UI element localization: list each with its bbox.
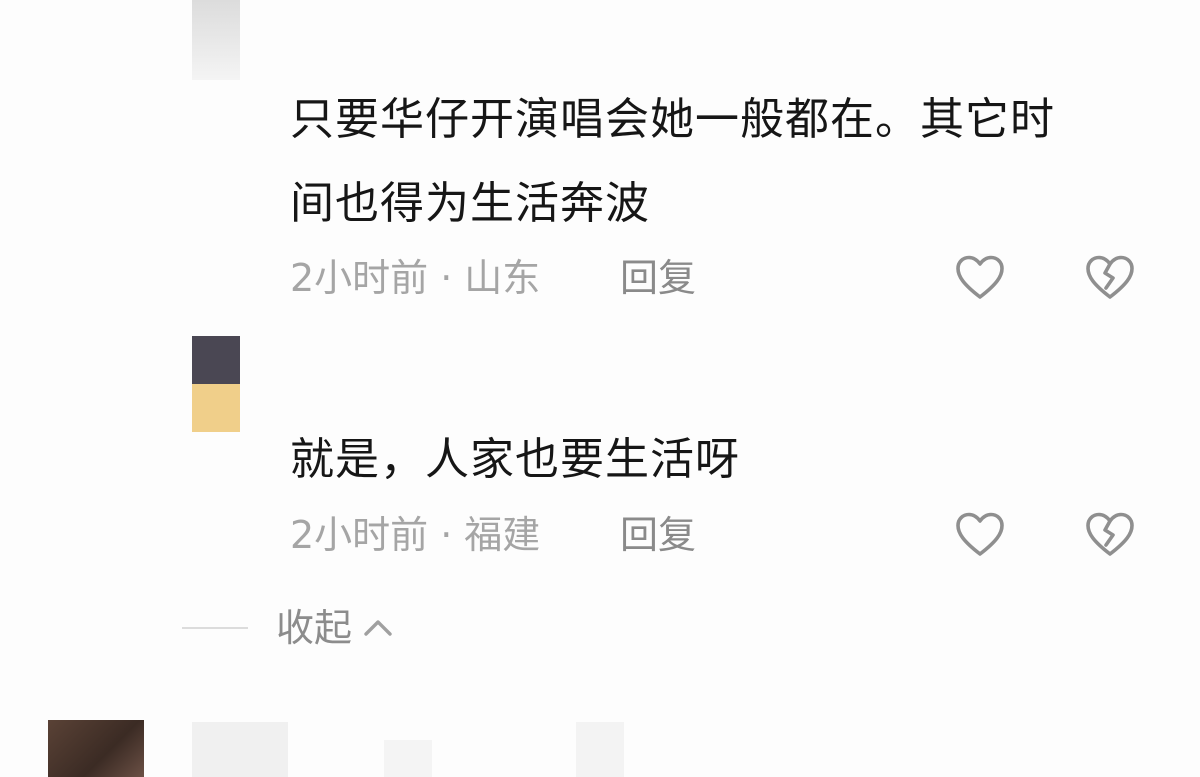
comment-text: 就是，人家也要生活呀 bbox=[290, 418, 1150, 502]
comment-text: 只要华仔开演唱会她一般都在。其它时 间也得为生活奔波 bbox=[290, 78, 1150, 246]
comment-meta: 2小时前 · 福建 bbox=[290, 511, 540, 559]
comment-time: 2小时前 bbox=[290, 513, 429, 557]
broken-heart-icon[interactable] bbox=[1083, 508, 1137, 562]
collapse-label: 收起 bbox=[276, 606, 353, 650]
avatar[interactable] bbox=[192, 0, 240, 80]
avatar[interactable] bbox=[48, 720, 144, 777]
meta-separator: · bbox=[440, 513, 453, 557]
avatar[interactable] bbox=[192, 336, 240, 432]
comment-meta: 2小时前 · 山东 bbox=[290, 254, 540, 302]
broken-heart-icon[interactable] bbox=[1083, 251, 1137, 305]
divider bbox=[182, 627, 248, 629]
comment-time: 2小时前 bbox=[290, 256, 429, 300]
comment-text-line: 间也得为生活奔波 bbox=[290, 178, 650, 229]
username-placeholder bbox=[192, 722, 288, 777]
comment-text-line: 就是，人家也要生活呀 bbox=[290, 434, 740, 485]
username-placeholder bbox=[576, 722, 624, 777]
comment-location: 福建 bbox=[464, 513, 541, 557]
collapse-replies-button[interactable]: 收起 bbox=[182, 604, 396, 652]
comment-thread: 只要华仔开演唱会她一般都在。其它时 间也得为生活奔波 2小时前 · 山东 回复 … bbox=[0, 0, 1200, 777]
reply-button[interactable]: 回复 bbox=[620, 511, 696, 559]
comment-location: 山东 bbox=[464, 256, 541, 300]
heart-outline-icon[interactable] bbox=[953, 251, 1007, 305]
reply-button[interactable]: 回复 bbox=[620, 254, 696, 302]
comment-text-line: 只要华仔开演唱会她一般都在。其它时 bbox=[290, 94, 1055, 145]
chevron-up-icon bbox=[364, 620, 392, 636]
username-placeholder bbox=[384, 740, 432, 777]
heart-outline-icon[interactable] bbox=[953, 508, 1007, 562]
meta-separator: · bbox=[440, 256, 453, 300]
